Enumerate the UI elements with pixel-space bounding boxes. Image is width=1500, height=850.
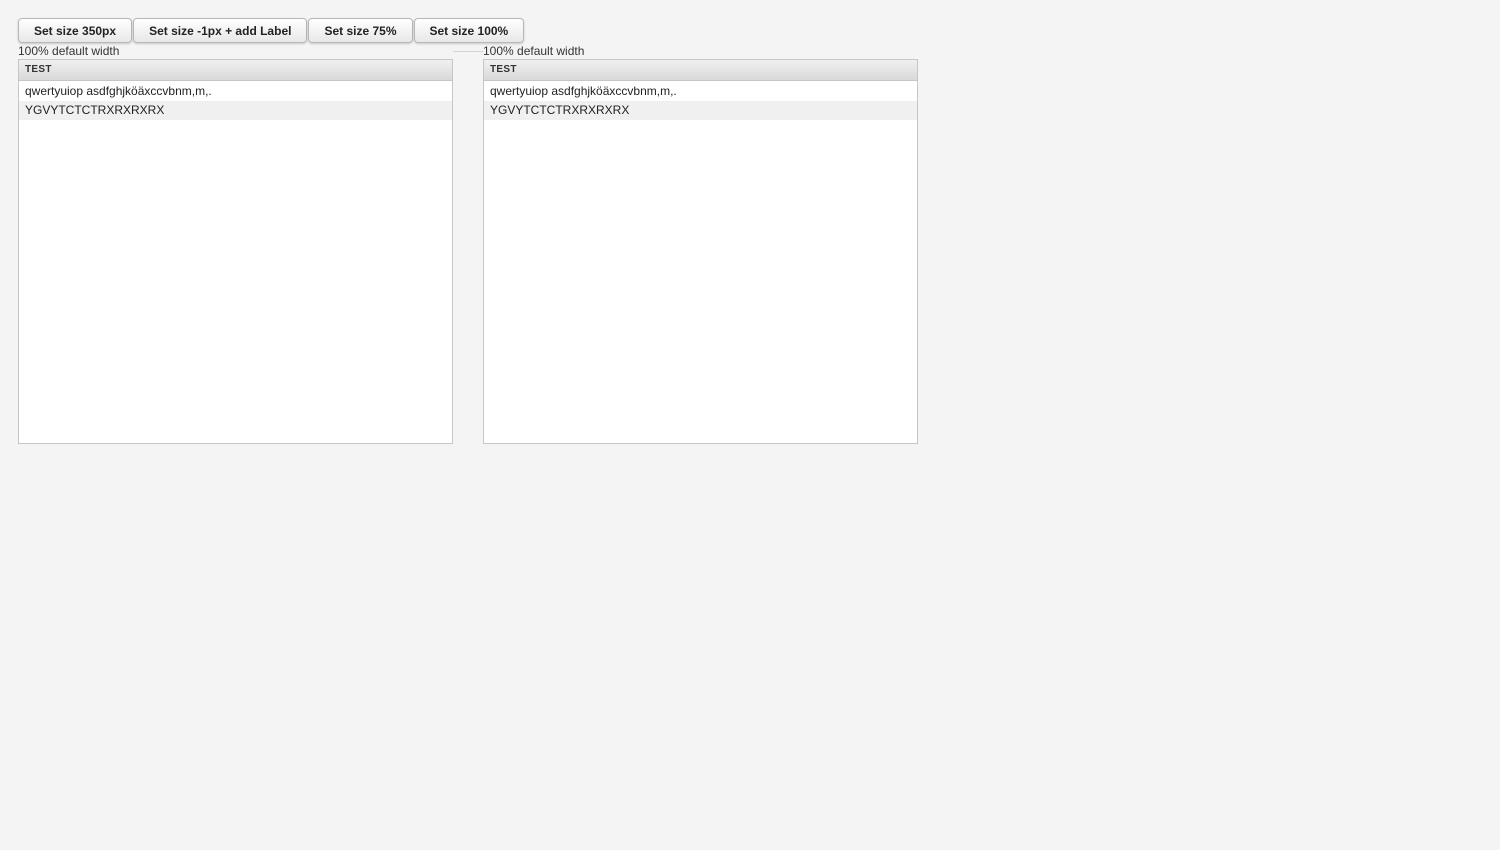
- set-size-100-percent-button[interactable]: Set size 100%: [413, 18, 525, 43]
- set-size-75-percent-button[interactable]: Set size 75%: [308, 18, 413, 43]
- left-panel: 100% default width TEST qwertyuiop asdfg…: [18, 44, 453, 444]
- right-grid: TEST qwertyuiop asdfghjköäxccvbnm,m,. YG…: [483, 59, 918, 444]
- right-panel: 100% default width TEST qwertyuiop asdfg…: [483, 44, 918, 444]
- panel-divider-line: [453, 51, 483, 52]
- table-row[interactable]: YGVYTCTCTRXRXRXRX: [484, 101, 917, 120]
- set-size-minus-1px-add-label-button[interactable]: Set size -1px + add Label: [133, 18, 308, 43]
- right-grid-column-header[interactable]: TEST: [484, 60, 917, 81]
- table-row[interactable]: YGVYTCTCTRXRXRXRX: [19, 101, 452, 120]
- left-grid-body: qwertyuiop asdfghjköäxccvbnm,m,. YGVYTCT…: [19, 81, 452, 120]
- right-panel-caption: 100% default width: [483, 44, 585, 58]
- left-panel-caption: 100% default width: [18, 44, 120, 58]
- toolbar: Set size 350px Set size -1px + add Label…: [18, 18, 525, 43]
- table-row[interactable]: qwertyuiop asdfghjköäxccvbnm,m,.: [484, 82, 917, 101]
- set-size-350px-button[interactable]: Set size 350px: [18, 18, 133, 43]
- table-row[interactable]: qwertyuiop asdfghjköäxccvbnm,m,.: [19, 82, 452, 101]
- right-grid-body: qwertyuiop asdfghjköäxccvbnm,m,. YGVYTCT…: [484, 81, 917, 120]
- left-grid: TEST qwertyuiop asdfghjköäxccvbnm,m,. YG…: [18, 59, 453, 444]
- left-grid-column-header[interactable]: TEST: [19, 60, 452, 81]
